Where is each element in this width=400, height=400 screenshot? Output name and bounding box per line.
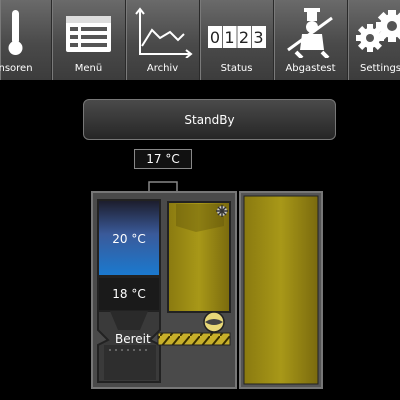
chimney-sweep-icon — [274, 4, 347, 60]
status-button[interactable]: 0 1 2 3 Status — [200, 0, 274, 80]
counter-icon: 0 1 2 3 — [200, 4, 273, 58]
pellet-store — [243, 195, 319, 385]
fan-icon — [216, 205, 228, 217]
auger — [157, 332, 231, 346]
settings-label: Settings — [360, 63, 400, 74]
auger-motor-icon — [203, 311, 225, 333]
archive-button[interactable]: Archiv — [126, 0, 200, 80]
sensors-label: Sensoren — [0, 63, 33, 74]
top-temperature-display: 17 °C — [134, 149, 192, 169]
menu-button[interactable]: Menü — [52, 0, 126, 80]
counter-digit-1: 1 — [224, 28, 234, 47]
thermometer-icon — [0, 4, 51, 58]
ready-status: Bereit — [115, 332, 151, 346]
settings-button[interactable]: Settings — [348, 0, 400, 80]
top-toolbar: Sensoren Menü Arch — [0, 0, 400, 80]
sensors-button[interactable]: Sensoren — [0, 0, 52, 80]
buffer-temperature: 20 °C — [112, 232, 146, 246]
operating-state-button[interactable]: StandBy — [83, 99, 336, 140]
chart-icon — [126, 4, 199, 59]
menu-label: Menü — [74, 63, 103, 74]
counter-digit-3: 3 — [253, 28, 263, 47]
status-label: Status — [220, 63, 253, 74]
counter-digit-0: 0 — [210, 28, 220, 47]
flue-gas-test-button[interactable]: Abgastest — [274, 0, 348, 80]
archive-label: Archiv — [146, 63, 179, 74]
flue-gas-test-label: Abgastest — [285, 63, 336, 74]
hopper — [167, 201, 231, 313]
gears-icon — [348, 4, 400, 58]
menu-list-icon — [52, 4, 125, 58]
counter-digit-2: 2 — [239, 28, 249, 47]
lower-temperature: 18 °C — [112, 287, 146, 301]
